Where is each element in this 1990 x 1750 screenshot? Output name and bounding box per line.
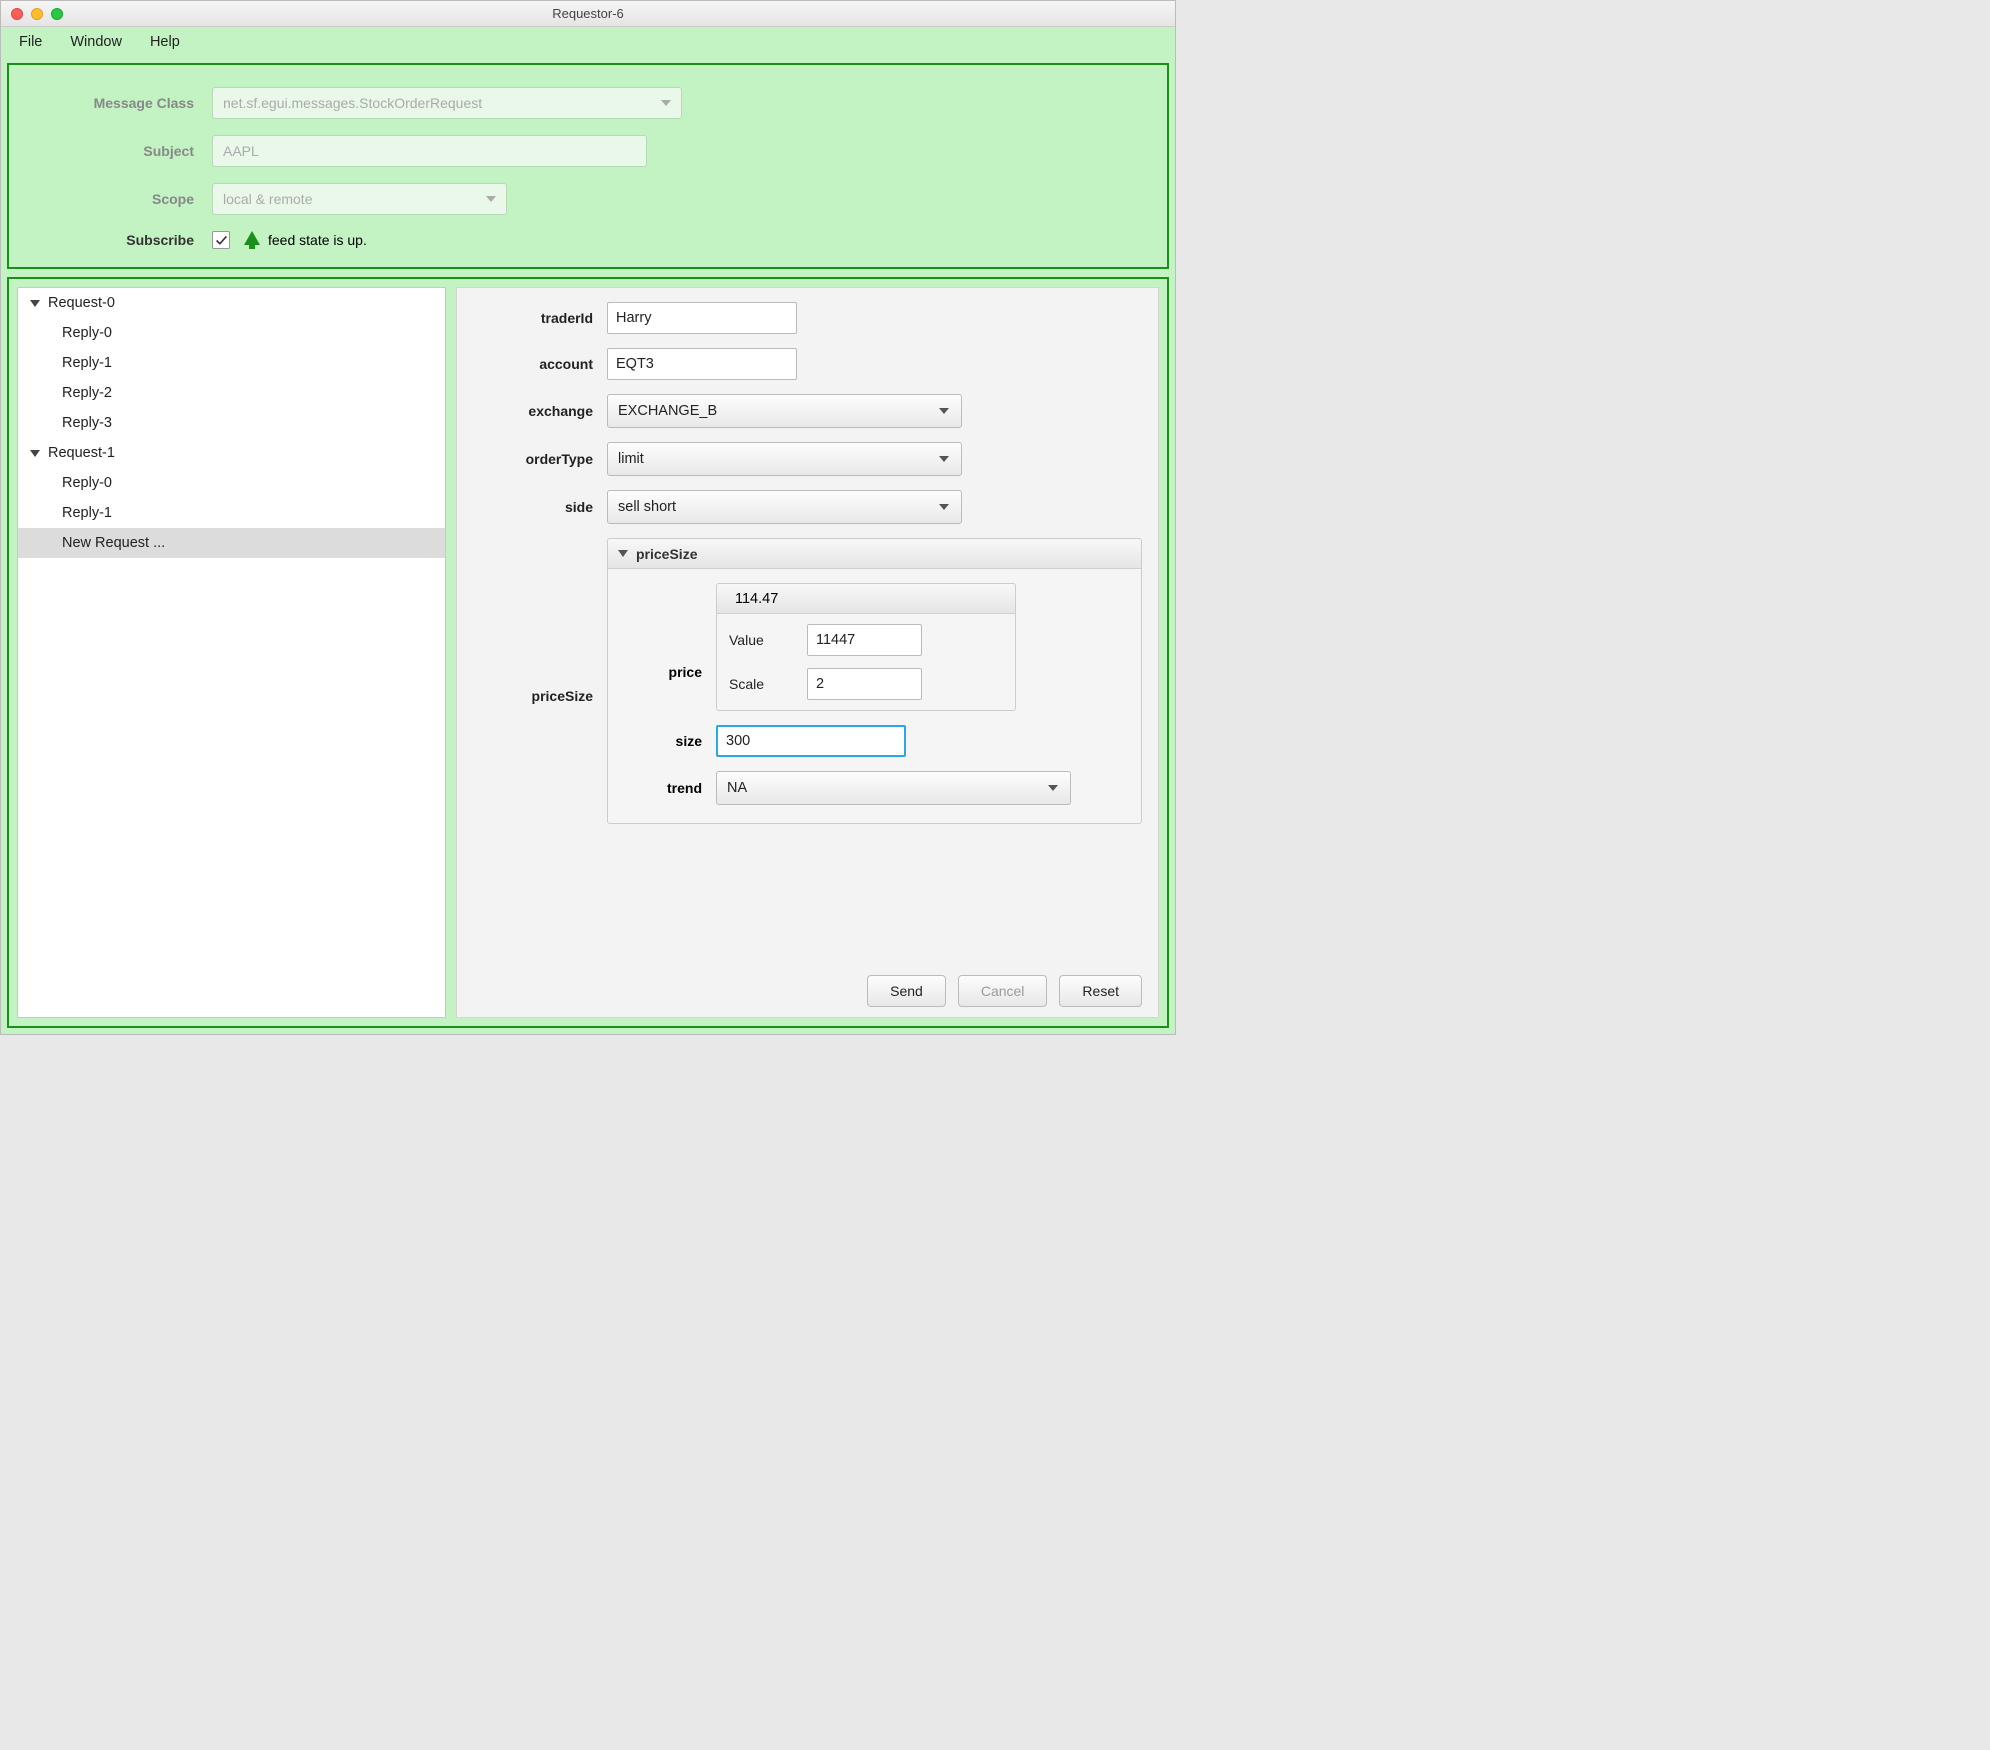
send-label: Send <box>890 983 923 999</box>
titlebar: Requestor-6 <box>1 1 1175 27</box>
chevron-down-icon <box>486 196 496 202</box>
chevron-down-icon <box>618 550 628 557</box>
price-group: 114.47 Value Sca <box>716 583 1016 711</box>
chevron-down-icon <box>30 300 40 307</box>
traderid-label: traderId <box>473 310 593 326</box>
order-form: traderId account exchange EXCHANGE_B <box>473 302 1142 967</box>
tree-item-reply[interactable]: Reply-0 <box>18 468 445 498</box>
ordertype-label: orderType <box>473 451 593 467</box>
subscribe-label: Subscribe <box>39 232 194 248</box>
chevron-down-icon <box>939 408 949 414</box>
ordertype-value: limit <box>618 451 644 467</box>
feed-state-text: feed state is up. <box>268 232 367 248</box>
value-input[interactable] <box>807 624 922 656</box>
scope-value: local & remote <box>223 191 312 207</box>
tree-item-reply[interactable]: Reply-0 <box>18 318 445 348</box>
menu-file[interactable]: File <box>19 34 42 50</box>
subscription-panel: Message Class net.sf.egui.messages.Stock… <box>7 63 1169 269</box>
subject-label: Subject <box>39 143 194 159</box>
tree-item-reply[interactable]: Reply-1 <box>18 348 445 378</box>
tree-item-new-request[interactable]: New Request ... <box>18 528 445 558</box>
account-label: account <box>473 356 593 372</box>
tree-item-request1[interactable]: Request-1 <box>18 438 445 468</box>
tree-item-reply[interactable]: Reply-2 <box>18 378 445 408</box>
order-form-panel: traderId account exchange EXCHANGE_B <box>456 287 1159 1018</box>
chevron-down-icon <box>939 504 949 510</box>
cancel-button[interactable]: Cancel <box>958 975 1048 1007</box>
pricesize-header[interactable]: priceSize <box>608 539 1141 569</box>
request-panel: Request-0 Reply-0 Reply-1 Reply-2 Reply-… <box>7 277 1169 1028</box>
message-class-value: net.sf.egui.messages.StockOrderRequest <box>223 95 482 111</box>
size-input[interactable] <box>716 725 906 757</box>
exchange-value: EXCHANGE_B <box>618 403 717 419</box>
tree-label: Reply-1 <box>62 505 112 521</box>
menubar: File Window Help <box>1 27 1175 57</box>
tree-label: Reply-3 <box>62 415 112 431</box>
content-area: Message Class net.sf.egui.messages.Stock… <box>1 57 1175 1034</box>
feed-state: feed state is up. <box>244 231 367 249</box>
check-icon <box>215 234 228 247</box>
scope-label: Scope <box>39 191 194 207</box>
scale-label: Scale <box>729 676 789 692</box>
arrow-up-icon <box>244 231 260 249</box>
tree-item-request0[interactable]: Request-0 <box>18 288 445 318</box>
price-label: price <box>622 664 702 680</box>
trend-value: NA <box>727 780 747 796</box>
traderid-input[interactable] <box>607 302 797 334</box>
side-value: sell short <box>618 499 676 515</box>
trend-select[interactable]: NA <box>716 771 1071 805</box>
tree-item-reply[interactable]: Reply-1 <box>18 498 445 528</box>
exchange-label: exchange <box>473 403 593 419</box>
tree-label: Reply-0 <box>62 475 112 491</box>
send-button[interactable]: Send <box>867 975 946 1007</box>
value-label: Value <box>729 632 789 648</box>
message-class-label: Message Class <box>39 95 194 111</box>
app-window: Requestor-6 File Window Help Message Cla… <box>0 0 1176 1035</box>
reset-label: Reset <box>1082 983 1119 999</box>
pricesize-body: price 114.47 Value <box>608 569 1141 823</box>
chevron-down-icon <box>30 450 40 457</box>
pricesize-group: priceSize price 114.47 <box>607 538 1142 824</box>
pricesize-header-text: priceSize <box>636 546 697 562</box>
tree-label: Reply-2 <box>62 385 112 401</box>
side-label: side <box>473 499 593 515</box>
ordertype-select[interactable]: limit <box>607 442 962 476</box>
tree-label: Request-1 <box>48 445 115 461</box>
cancel-label: Cancel <box>981 983 1025 999</box>
menu-window[interactable]: Window <box>70 34 122 50</box>
subscribe-checkbox[interactable] <box>212 231 230 249</box>
button-bar: Send Cancel Reset <box>473 975 1142 1007</box>
chevron-down-icon <box>939 456 949 462</box>
pricesize-label: priceSize <box>473 688 593 704</box>
trend-label: trend <box>622 780 702 796</box>
reset-button[interactable]: Reset <box>1059 975 1142 1007</box>
price-header[interactable]: 114.47 <box>717 584 1015 614</box>
tree-item-reply[interactable]: Reply-3 <box>18 408 445 438</box>
message-class-combo[interactable]: net.sf.egui.messages.StockOrderRequest <box>212 87 682 119</box>
chevron-down-icon <box>661 100 671 106</box>
tree-label: Reply-0 <box>62 325 112 341</box>
account-input[interactable] <box>607 348 797 380</box>
size-label: size <box>622 733 702 749</box>
scale-input[interactable] <box>807 668 922 700</box>
tree-label: Reply-1 <box>62 355 112 371</box>
subject-value: AAPL <box>223 143 259 159</box>
tree-label: Request-0 <box>48 295 115 311</box>
request-tree[interactable]: Request-0 Reply-0 Reply-1 Reply-2 Reply-… <box>17 287 446 1018</box>
tree-label: New Request ... <box>62 535 165 551</box>
exchange-select[interactable]: EXCHANGE_B <box>607 394 962 428</box>
window-title: Requestor-6 <box>1 6 1175 21</box>
chevron-down-icon <box>1048 785 1058 791</box>
scope-combo[interactable]: local & remote <box>212 183 507 215</box>
menu-help[interactable]: Help <box>150 34 180 50</box>
side-select[interactable]: sell short <box>607 490 962 524</box>
subject-input[interactable]: AAPL <box>212 135 647 167</box>
price-header-text: 114.47 <box>735 591 778 607</box>
